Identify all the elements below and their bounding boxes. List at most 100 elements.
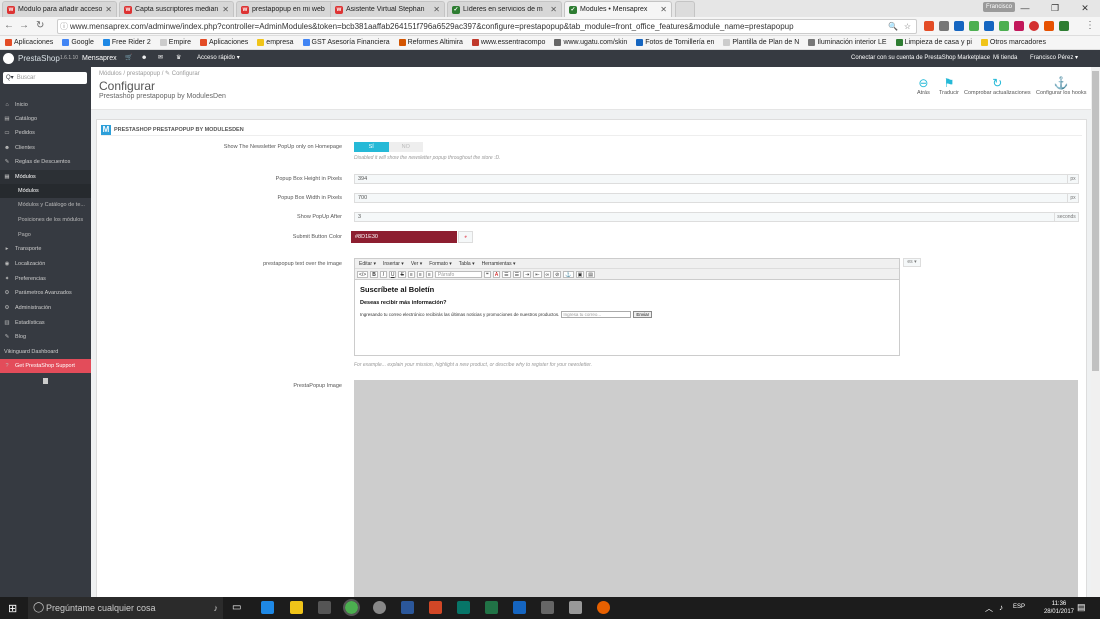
sidebar-search-input[interactable]: Q▾ Buscar	[3, 72, 87, 84]
link-icon[interactable]: ∞	[543, 270, 552, 278]
sidebar-item[interactable]: Pago	[0, 228, 91, 242]
sidebar-collapse-icon[interactable]	[43, 378, 48, 384]
forward-arrow-icon[interactable]: →	[19, 20, 29, 31]
language-dropdown[interactable]: es ▾	[903, 258, 921, 267]
align-left-icon[interactable]: ≡	[407, 270, 415, 278]
menu-format[interactable]: Formato ▾	[429, 259, 452, 268]
reload-icon[interactable]: ↻	[36, 20, 44, 31]
text-color-icon[interactable]: A	[492, 270, 501, 278]
bookmark[interactable]: Limpieza de casa y pi	[895, 39, 972, 46]
app-icon[interactable]	[541, 601, 554, 614]
sidebar-item[interactable]: ☻ Clientes	[0, 141, 91, 155]
extension-icon[interactable]	[984, 21, 994, 31]
numbered-list-icon[interactable]: ☰	[512, 270, 522, 278]
extension-icon[interactable]	[939, 21, 949, 31]
chrome-icon[interactable]	[343, 599, 360, 616]
browser-tab[interactable]: w Capta suscriptores median ✕	[119, 1, 234, 17]
media-icon[interactable]: ▤	[586, 270, 596, 278]
menu-tools[interactable]: Herramientas ▾	[482, 259, 516, 268]
align-right-icon[interactable]: ≡	[425, 270, 433, 278]
sidebar-item[interactable]: Posiciones de los módulos	[0, 213, 91, 227]
sidebar-item[interactable]: ✎ Blog	[0, 330, 91, 344]
height-input[interactable]: 394	[354, 174, 1068, 184]
url-input[interactable]: ⓘ www.mensaprex.com/adminwe/index.php?co…	[57, 19, 917, 34]
configure-hooks-button[interactable]: ⚓ Configurar los hooks	[1036, 77, 1086, 97]
sidebar-item[interactable]: ⚙ Parámetros Avanzados	[0, 286, 91, 300]
bookmark[interactable]: GST Asesoría Financiera	[302, 39, 390, 46]
menu-dots-icon[interactable]: ⋮	[1085, 20, 1095, 31]
align-center-icon[interactable]: ≡	[416, 270, 424, 278]
close-icon[interactable]: ✕	[433, 5, 440, 14]
language-indicator[interactable]: ESP	[1013, 604, 1025, 610]
close-window-icon[interactable]: ✕	[1070, 0, 1100, 17]
mail-icon[interactable]: ✉	[158, 50, 163, 67]
volume-icon[interactable]: ♪	[999, 603, 1003, 612]
star-icon[interactable]: ☆	[904, 20, 911, 33]
bookmark[interactable]: Fotos de Tornillería en	[636, 39, 714, 46]
check-updates-button[interactable]: ↻ Comprobar actualizaciones	[964, 77, 1031, 97]
bookmark[interactable]: Iluminación interior LE	[808, 39, 887, 46]
color-picker-button[interactable]: ◕	[458, 231, 473, 243]
bookmark[interactable]: Empire	[159, 39, 191, 46]
blockquote-icon[interactable]: ❝	[483, 270, 491, 278]
store-icon[interactable]	[318, 601, 331, 614]
notifications-icon[interactable]: ▤	[1077, 602, 1086, 613]
bookmark[interactable]: empresa	[257, 39, 294, 46]
translate-button[interactable]: ⚑ Traducir	[939, 77, 959, 97]
shop-name[interactable]: Mensaprex	[82, 50, 117, 67]
sidebar-item[interactable]: ⚙ Administración	[0, 301, 91, 315]
strikethrough-icon[interactable]: S	[398, 270, 406, 278]
search-icon[interactable]: Q▾	[6, 72, 14, 84]
extension-icon[interactable]	[1059, 21, 1069, 31]
back-arrow-icon[interactable]: ←	[4, 20, 14, 31]
editor-content[interactable]: Suscríbete al Boletín Deseas recibir más…	[355, 280, 899, 323]
restore-icon[interactable]: ❐	[1040, 0, 1070, 17]
bookmark[interactable]: www.ugatu.com/skin	[554, 39, 627, 46]
extension-icon[interactable]	[1044, 21, 1054, 31]
powerpoint-icon[interactable]	[429, 601, 442, 614]
sidebar-item[interactable]: Vikinguard Dashboard	[0, 345, 91, 359]
unlink-icon[interactable]: ⊘	[553, 270, 562, 278]
sidebar-item[interactable]: ▤ Catálogo	[0, 112, 91, 126]
menu-insert[interactable]: Insertar ▾	[383, 259, 404, 268]
sidebar-item[interactable]: ▥ Estadísticas	[0, 316, 91, 330]
sidebar-item[interactable]: ▸ Transporte	[0, 242, 91, 256]
sidebar-item[interactable]: ▭ Pedidos	[0, 126, 91, 140]
sidebar-item[interactable]: Módulos y Catálogo de te...	[0, 198, 91, 212]
bookmark[interactable]: Aplicaciones	[199, 39, 248, 46]
browser-tab[interactable]: w Asistente Virtual Stephan ✕	[330, 1, 445, 17]
outdent-icon[interactable]: ⇤	[533, 270, 542, 278]
quick-access-menu[interactable]: Acceso rápido ▾	[197, 50, 240, 67]
rich-text-editor[interactable]: Editar ▾ Insertar ▾ Ver ▾ Formato ▾ Tabl…	[354, 258, 900, 356]
zoom-icon[interactable]: 🔍	[888, 20, 898, 33]
marketplace-link[interactable]: Conectar con su cuenta de PrestaShop Mar…	[851, 50, 990, 67]
extension-icon[interactable]	[924, 21, 934, 31]
browser-tab[interactable]: ✓ Líderes en servicios de m ✕	[447, 1, 562, 17]
bookmark[interactable]: Google	[62, 39, 94, 46]
menu-table[interactable]: Tabla ▾	[459, 259, 475, 268]
bookmark[interactable]: Reformes Altimira	[398, 39, 463, 46]
close-icon[interactable]: ✕	[660, 5, 667, 14]
page-scrollbar[interactable]	[1091, 67, 1100, 597]
source-code-icon[interactable]: </>	[357, 270, 369, 278]
microphone-icon[interactable]: ♪	[214, 597, 219, 619]
minimize-icon[interactable]: —	[1010, 0, 1040, 17]
italic-icon[interactable]: I	[379, 270, 387, 278]
excel-icon[interactable]	[485, 601, 498, 614]
cart-icon[interactable]: 🛒	[125, 50, 132, 67]
extension-icon[interactable]	[954, 21, 964, 31]
sidebar-item[interactable]: ◉ Localización	[0, 257, 91, 271]
format-select[interactable]: Párrafo	[434, 270, 482, 278]
browser-tab-active[interactable]: ✓ Modules • Mensaprex ✕	[564, 1, 672, 17]
user-menu[interactable]: Francisco Pérez ▾	[1030, 50, 1078, 67]
task-view-icon[interactable]: ▭	[232, 602, 241, 613]
edge-icon[interactable]	[261, 601, 274, 614]
newsletter-toggle[interactable]: SÍ NO	[354, 142, 423, 152]
file-explorer-icon[interactable]	[290, 601, 303, 614]
toggle-no[interactable]: NO	[388, 142, 423, 152]
anchor-icon[interactable]: ⚓	[563, 270, 574, 278]
bullet-list-icon[interactable]: ☰	[502, 270, 511, 278]
bookmark[interactable]: Aplicaciones	[5, 39, 53, 46]
sidebar-item[interactable]: ✎ Reglas de Descuentos	[0, 155, 91, 169]
scrollbar-thumb[interactable]	[1092, 71, 1099, 371]
